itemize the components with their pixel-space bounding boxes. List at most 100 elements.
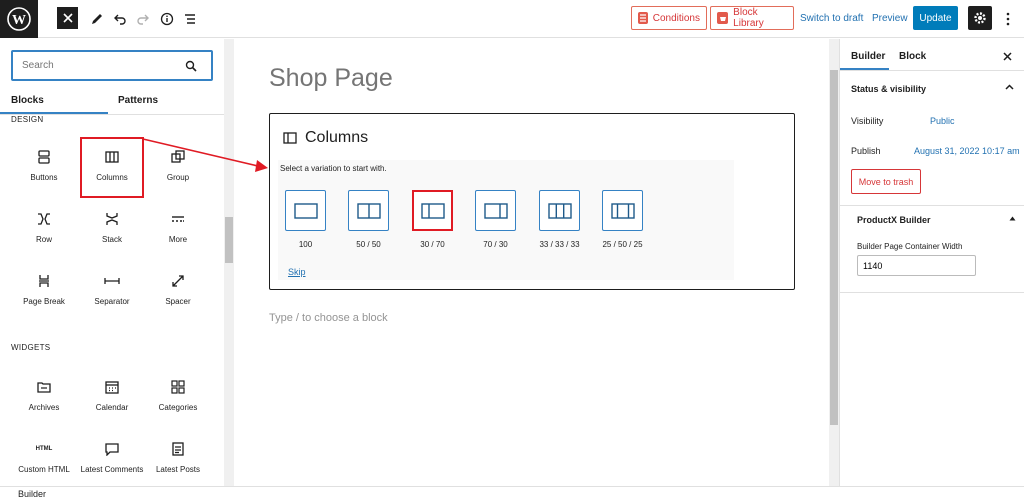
- wordpress-logo-icon[interactable]: W: [0, 0, 38, 38]
- list-view-button[interactable]: [179, 8, 201, 30]
- scrollbar-thumb[interactable]: [225, 217, 233, 263]
- block-spacer[interactable]: Spacer: [146, 263, 210, 321]
- comment-icon: [104, 441, 120, 457]
- placeholder-title: Columns: [305, 129, 369, 146]
- variation-label: 70 / 30: [483, 240, 508, 249]
- block-row[interactable]: Row: [12, 201, 76, 259]
- panel-divider: [840, 205, 1024, 206]
- variation-33-33-33[interactable]: [539, 190, 580, 231]
- caret-up-icon[interactable]: [1009, 216, 1016, 221]
- page-title[interactable]: Shop Page: [269, 64, 393, 93]
- info-icon: [160, 12, 174, 26]
- block-more[interactable]: More: [146, 201, 210, 259]
- html-icon-text: HTML: [35, 446, 53, 452]
- columns-icon: [283, 132, 297, 144]
- switch-to-draft-button[interactable]: Switch to draft: [800, 13, 863, 24]
- spacer-icon: [170, 273, 186, 289]
- svg-text:W: W: [12, 13, 26, 28]
- layout-100-icon: [293, 202, 318, 219]
- block-stack[interactable]: Stack: [80, 201, 144, 259]
- more-vertical-icon: [1006, 12, 1010, 26]
- block-label: More: [168, 235, 188, 244]
- tab-patterns[interactable]: Patterns: [118, 95, 158, 106]
- block-label: Categories: [158, 403, 198, 412]
- redo-icon: [137, 14, 149, 25]
- container-width-label: Builder Page Container Width: [857, 242, 963, 251]
- block-calendar[interactable]: Calendar: [80, 369, 144, 427]
- variation-label: 50 / 50: [356, 240, 381, 249]
- container-width-input[interactable]: [857, 255, 976, 276]
- layout-70-30-icon: [483, 202, 508, 219]
- preview-button[interactable]: Preview: [872, 13, 908, 24]
- close-icon: [1003, 52, 1012, 61]
- inserter-scrollbar[interactable]: [224, 39, 234, 486]
- block-page-break[interactable]: Page Break: [12, 263, 76, 321]
- breadcrumb[interactable]: Builder: [18, 489, 46, 499]
- block-group[interactable]: Group: [146, 139, 210, 197]
- block-latest-posts[interactable]: Latest Posts: [146, 431, 210, 489]
- block-archives[interactable]: Archives: [12, 369, 76, 427]
- block-buttons[interactable]: Buttons: [12, 139, 76, 197]
- block-label: Group: [166, 173, 190, 182]
- variation-100[interactable]: [285, 190, 326, 231]
- publish-date[interactable]: August 31, 2022 10:17 am: [914, 146, 1020, 156]
- close-icon: [62, 13, 73, 23]
- tab-block[interactable]: Block: [899, 51, 926, 62]
- block-label: Archives: [28, 403, 60, 412]
- block-label: Separator: [94, 297, 130, 306]
- variation-label: 25 / 50 / 25: [602, 240, 643, 249]
- layout-33-33-33-icon: [547, 202, 572, 219]
- search-field[interactable]: [11, 50, 213, 81]
- block-label: Stack: [101, 235, 122, 244]
- block-library-button[interactable]: Block Library: [710, 6, 794, 30]
- edit-tool-button[interactable]: [86, 8, 108, 30]
- undo-icon: [114, 14, 126, 25]
- options-button[interactable]: [997, 8, 1019, 30]
- list-view-icon: [185, 14, 195, 24]
- variation-50-50[interactable]: [348, 190, 389, 231]
- block-categories[interactable]: Categories: [146, 369, 210, 427]
- variation-highlight-box: [412, 190, 453, 231]
- columns-placeholder[interactable]: Columns Select a variation to start with…: [269, 113, 795, 290]
- close-sidebar-button[interactable]: [1003, 50, 1012, 64]
- conditions-label: Conditions: [652, 12, 700, 24]
- editor-canvas: Shop Page Columns Select a variation to …: [234, 39, 839, 486]
- top-toolbar: W Conditions Block Library Switch to dra…: [0, 0, 1024, 38]
- block-library-label: Block Library: [733, 7, 764, 29]
- canvas-scrollbar[interactable]: [829, 39, 839, 486]
- update-button[interactable]: Update: [913, 6, 958, 30]
- details-button[interactable]: [156, 8, 178, 30]
- design-section-label: DESIGN: [11, 115, 44, 124]
- html-icon: HTML: [29, 441, 59, 457]
- skip-link[interactable]: Skip: [288, 267, 306, 277]
- widgets-section-label: WIDGETS: [11, 343, 51, 352]
- tab-blocks[interactable]: Blocks: [11, 95, 44, 106]
- block-label: Page Break: [23, 297, 65, 306]
- pencil-icon: [92, 14, 102, 24]
- conditions-button[interactable]: Conditions: [631, 6, 707, 30]
- visibility-label: Visibility: [851, 116, 884, 126]
- status-panel-title[interactable]: Status & visibility: [851, 84, 926, 94]
- block-separator[interactable]: Separator: [80, 263, 144, 321]
- search-input[interactable]: [22, 60, 182, 71]
- row-icon: [36, 211, 52, 227]
- chevron-up-icon[interactable]: [1005, 84, 1014, 90]
- block-custom-html[interactable]: HTML Custom HTML: [12, 431, 76, 489]
- productx-panel-title[interactable]: ProductX Builder: [857, 215, 931, 225]
- visibility-value[interactable]: Public: [930, 116, 955, 126]
- settings-button[interactable]: [968, 6, 992, 30]
- scrollbar-thumb[interactable]: [830, 70, 838, 425]
- stack-icon: [104, 211, 120, 227]
- variation-70-30[interactable]: [475, 190, 516, 231]
- undo-button[interactable]: [109, 8, 131, 30]
- tab-builder[interactable]: Builder: [851, 51, 885, 62]
- redo-button[interactable]: [132, 8, 154, 30]
- block-appender-hint[interactable]: Type / to choose a block: [269, 312, 388, 324]
- close-inserter-button[interactable]: [57, 7, 78, 29]
- variation-25-50-25[interactable]: [602, 190, 643, 231]
- search-icon: [185, 60, 197, 72]
- block-label: Latest Posts: [155, 465, 201, 474]
- calendar-icon: [104, 379, 120, 395]
- block-latest-comments[interactable]: Latest Comments: [80, 431, 144, 489]
- move-to-trash-button[interactable]: Move to trash: [851, 169, 921, 194]
